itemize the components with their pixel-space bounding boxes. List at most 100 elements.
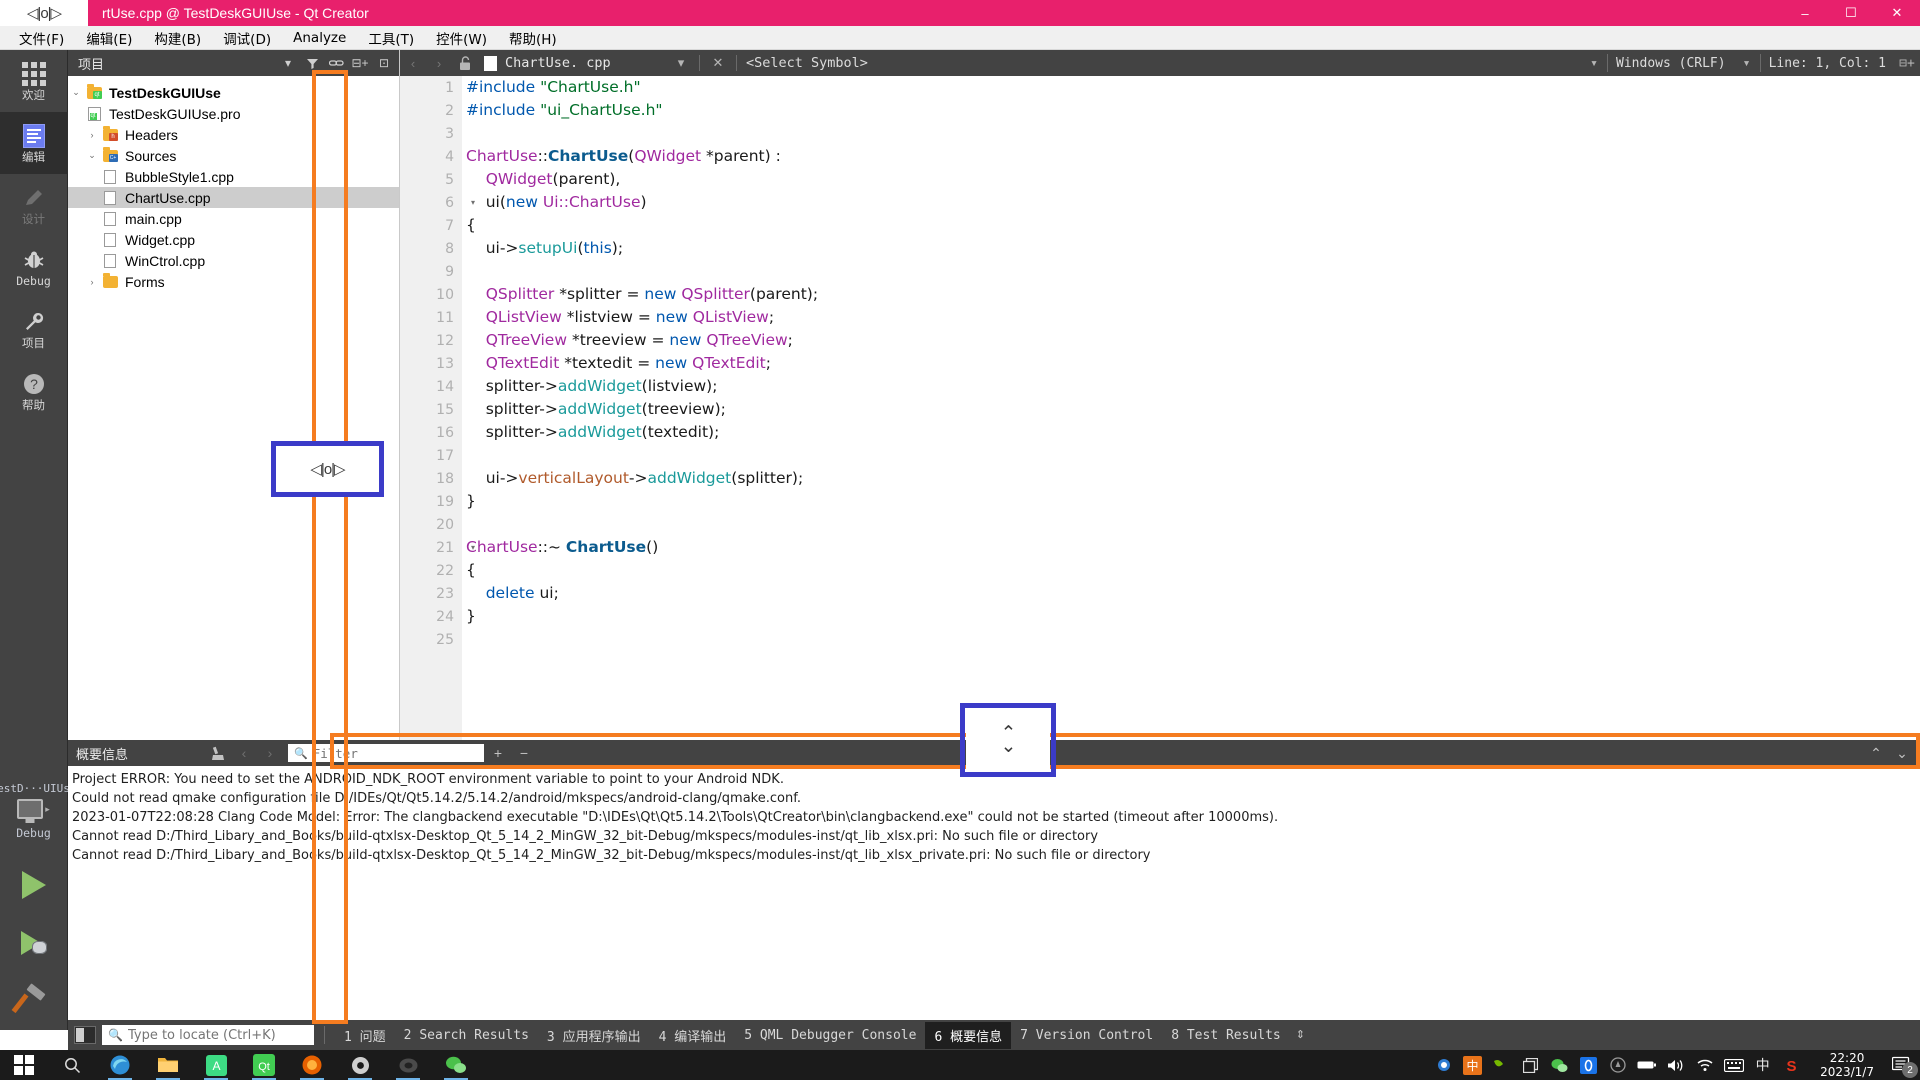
taskbar-clock[interactable]: 22:20 2023/1/7 <box>1810 1051 1884 1079</box>
mode-projects[interactable]: 项目 <box>0 298 68 360</box>
code-line[interactable] <box>466 628 1920 651</box>
chevron-right-icon-headers[interactable]: › <box>84 130 100 140</box>
tree-item-chartuse-cpp[interactable]: ChartUse.cpp <box>68 187 399 208</box>
mode-edit[interactable]: 编辑 <box>0 112 68 174</box>
tree-item-main-cpp[interactable]: main.cpp <box>68 208 399 229</box>
clone-window-icon[interactable] <box>1516 1050 1545 1080</box>
wechat-tray-icon[interactable] <box>1545 1050 1574 1080</box>
tab-test-results[interactable]: 8 Test Results <box>1162 1024 1290 1047</box>
mode-welcome[interactable]: 欢迎 <box>0 50 68 112</box>
open-file-selector[interactable]: ChartUse. cpp <box>478 55 668 71</box>
taskbar-edge-icon[interactable] <box>96 1050 144 1080</box>
menu-widgets[interactable]: 控件(W) <box>425 26 498 50</box>
tree-item-winctrol-cpp[interactable]: WinCtrol.cpp <box>68 250 399 271</box>
build-button[interactable] <box>0 972 68 1030</box>
locator-input[interactable] <box>127 1027 308 1043</box>
code-line[interactable] <box>466 260 1920 283</box>
close-button[interactable]: ✕ <box>1874 0 1920 26</box>
keyboard-icon[interactable] <box>1719 1050 1748 1080</box>
menu-file[interactable]: 文件(F) <box>8 26 75 50</box>
link-icon[interactable] <box>325 52 347 74</box>
code-line[interactable]: QTreeView *treeview = new QTreeView; <box>466 329 1920 352</box>
volume-icon[interactable] <box>1661 1050 1690 1080</box>
nvidia-icon[interactable] <box>1487 1050 1516 1080</box>
code-line[interactable]: delete ui; <box>466 582 1920 605</box>
chevron-down-icon[interactable]: ⌄ <box>68 87 84 98</box>
tab-version-control[interactable]: 7 Version Control <box>1011 1024 1162 1047</box>
run-button[interactable] <box>0 856 68 914</box>
mode-help[interactable]: ? 帮助 <box>0 360 68 422</box>
code-line[interactable]: QSplitter *splitter = new QSplitter(pare… <box>466 283 1920 306</box>
mode-design[interactable]: 设计 <box>0 174 68 236</box>
close-output-icon[interactable]: ⌄ <box>1890 741 1914 765</box>
debug-button[interactable] <box>0 914 68 972</box>
wifi-icon[interactable] <box>1690 1050 1719 1080</box>
tree-item-sources[interactable]: ⌄ C+ Sources <box>68 145 399 166</box>
close-editor-icon[interactable]: ✕ <box>705 50 731 76</box>
chevron-right-icon-forms[interactable]: › <box>84 277 100 287</box>
menu-edit[interactable]: 编辑(E) <box>75 26 143 50</box>
split-panel-icon[interactable]: ⊟+ <box>349 52 371 74</box>
tab-general-messages[interactable]: 6 概要信息 <box>925 1021 1012 1049</box>
ime-mode-icon[interactable]: 中 <box>1748 1050 1777 1080</box>
broom-icon[interactable] <box>206 741 230 765</box>
code-line[interactable]: { <box>466 559 1920 582</box>
taskbar-firefox-icon[interactable] <box>288 1050 336 1080</box>
taskbar-file-explorer-icon[interactable] <box>144 1050 192 1080</box>
close-panel-icon[interactable]: ⊡ <box>373 52 395 74</box>
security-shield-icon[interactable] <box>1603 1050 1632 1080</box>
tab-search-results[interactable]: 2 Search Results <box>395 1024 538 1047</box>
filter-icon[interactable] <box>301 52 323 74</box>
maximize-output-icon[interactable]: ⌃ <box>1864 741 1888 765</box>
battery-icon[interactable] <box>1632 1050 1661 1080</box>
output-filter-box[interactable]: 🔍 <box>288 744 484 762</box>
tray-caret-icon[interactable] <box>1429 1050 1458 1080</box>
output-prev-icon[interactable]: ‹ <box>232 741 256 765</box>
mode-debug[interactable]: Debug <box>0 236 68 298</box>
code-line[interactable] <box>466 513 1920 536</box>
code-line[interactable]: ui(new Ui::ChartUse) <box>466 191 1920 214</box>
tree-item-headers[interactable]: › h Headers <box>68 124 399 145</box>
code-editor[interactable]: 1 2 3 4 5 6 ▾ 7 8 9 10 11 12 13 14 15 16 17 18 19 20 21 ▾ 22 23 2… <box>400 76 1920 740</box>
tree-item-pro-file[interactable]: TestDeskGUIUse.pro <box>68 103 399 124</box>
code-line[interactable]: { <box>466 214 1920 237</box>
code-line[interactable]: ChartUse::~ ChartUse() <box>466 536 1920 559</box>
sogou-input-icon[interactable]: S <box>1777 1050 1806 1080</box>
lock-icon[interactable] <box>452 50 478 76</box>
taskbar-settings-icon[interactable] <box>336 1050 384 1080</box>
tab-compile-output[interactable]: 4 编译输出 <box>650 1022 736 1049</box>
tree-item-project-root[interactable]: ⌄ qt TestDeskGUIUse <box>68 82 399 103</box>
tree-item-widget-cpp[interactable]: Widget.cpp <box>68 229 399 250</box>
tab-issues[interactable]: 1 问题 <box>335 1022 395 1049</box>
project-tree[interactable]: ⌄ qt TestDeskGUIUse TestDeskGUIUse.pro ›… <box>68 76 399 740</box>
sidebar-toggle-icon[interactable] <box>74 1026 96 1044</box>
line-ending-selector[interactable]: Windows (CRLF) <box>1608 56 1734 71</box>
code-line[interactable]: splitter->addWidget(treeview); <box>466 398 1920 421</box>
code-line[interactable]: QTextEdit *textedit = new QTextEdit; <box>466 352 1920 375</box>
taskbar-android-studio-icon[interactable]: A <box>192 1050 240 1080</box>
sogou-ime-icon[interactable]: 中 <box>1458 1050 1487 1080</box>
menu-analyze[interactable]: Analyze <box>282 28 357 48</box>
notification-center-button[interactable]: 2 <box>1884 1050 1920 1080</box>
output-pane-body[interactable]: Project ERROR: You need to set the ANDRO… <box>68 766 1920 1020</box>
code-content-area[interactable]: #include "ChartUse.h" #include "ui_ChartU… <box>462 76 1920 740</box>
minimize-button[interactable]: – <box>1782 0 1828 26</box>
code-line[interactable]: splitter->addWidget(textedit); <box>466 421 1920 444</box>
navigate-forward-icon[interactable]: › <box>426 50 452 76</box>
output-next-icon[interactable]: › <box>258 741 282 765</box>
code-line[interactable]: splitter->addWidget(listview); <box>466 375 1920 398</box>
code-line[interactable]: QListView *listview = new QListView; <box>466 306 1920 329</box>
maximize-button[interactable]: ☐ <box>1828 0 1874 26</box>
windows-start-button[interactable] <box>0 1050 48 1080</box>
zoom-out-button[interactable]: − <box>512 741 536 765</box>
menu-build[interactable]: 构建(B) <box>143 26 212 50</box>
code-line[interactable]: } <box>466 605 1920 628</box>
code-line[interactable]: #include "ChartUse.h" <box>466 76 1920 99</box>
taskbar-qt-creator-icon[interactable]: Qt <box>240 1050 288 1080</box>
file-dropdown-caret-icon[interactable]: ▾ <box>668 50 694 76</box>
encoding-caret-icon[interactable]: ▾ <box>1734 50 1760 76</box>
code-line[interactable]: QWidget(parent), <box>466 168 1920 191</box>
code-line[interactable]: ui->setupUi(this); <box>466 237 1920 260</box>
code-line[interactable]: ui->verticalLayout->addWidget(splitter); <box>466 467 1920 490</box>
code-line[interactable]: } <box>466 490 1920 513</box>
